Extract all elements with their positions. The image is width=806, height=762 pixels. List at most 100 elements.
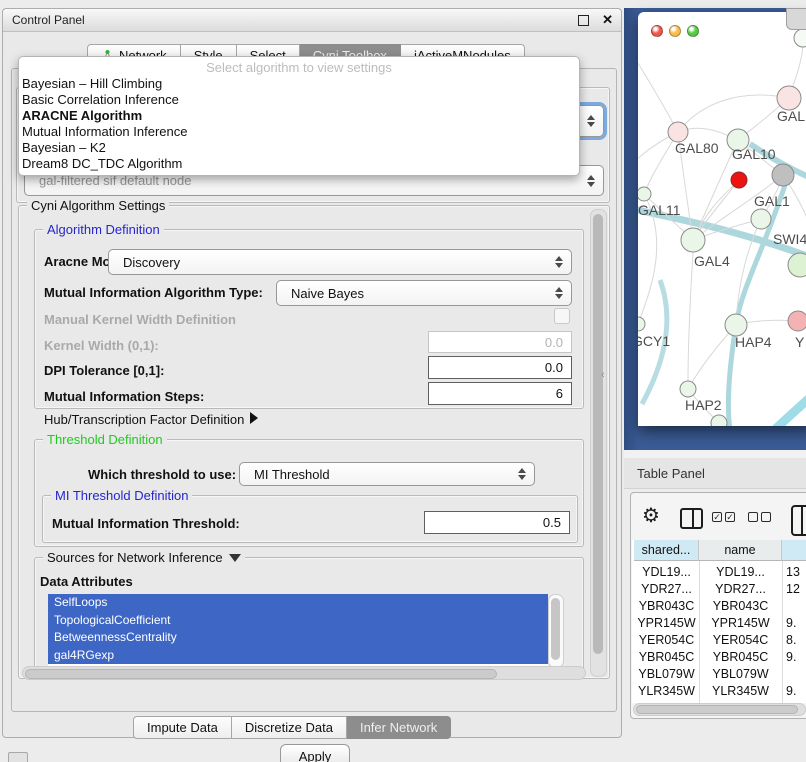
table-mode-icon[interactable] [791, 505, 806, 536]
table-cell: 9. [782, 682, 806, 699]
table-horizontal-scrollbar[interactable] [633, 703, 806, 716]
settings-vertical-scrollbar[interactable] [590, 209, 607, 677]
network-node-gcy1[interactable] [638, 317, 645, 331]
bottom-tab-bar: Impute Data Discretize Data Infer Network [133, 716, 451, 739]
network-node-y[interactable] [788, 311, 806, 331]
kernel-width-value: 0.0 [545, 335, 563, 350]
network-edge[interactable] [688, 252, 693, 382]
tab-impute-data[interactable]: Impute Data [133, 716, 232, 739]
table-header-a[interactable]: A [782, 540, 806, 561]
table-cell: YBR043C [699, 597, 782, 614]
dpi-tolerance-field[interactable]: 0.0 [428, 356, 572, 379]
manual-kernel-checkbox[interactable] [554, 308, 570, 324]
table-row[interactable]: YDR27...YDR27...12 [632, 580, 806, 597]
network-window[interactable]: GALGAL80GAL10GAL11GAL1GAL4SWI4GCY1HAP4YH… [638, 12, 806, 426]
table-row[interactable]: YDL19...YDL19...13 [632, 563, 806, 580]
network-node-gal[interactable] [777, 86, 801, 110]
attribute-item-topologicalcoefficient[interactable]: TopologicalCoefficient [48, 612, 548, 630]
network-node-gal80[interactable] [668, 122, 688, 142]
dropdown-item-bayesian-hill-climbing[interactable]: Bayesian – Hill Climbing [19, 76, 579, 92]
dpi-tolerance-value: 0.0 [545, 360, 563, 375]
mac-close-button[interactable] [651, 25, 663, 37]
tab-discretize-data[interactable]: Discretize Data [232, 716, 347, 739]
attributes-scrollbar[interactable] [548, 594, 564, 668]
aracne-mode-combo[interactable]: Discovery [108, 249, 572, 275]
network-node[interactable] [731, 172, 747, 188]
network-edge[interactable] [678, 95, 789, 132]
network-node-hap4[interactable] [725, 314, 747, 336]
dropdown-item-aracne-algorithm[interactable]: ARACNE Algorithm [19, 108, 579, 124]
mac-minimize-button[interactable] [669, 25, 681, 37]
table-row[interactable]: YER054CYER054C8. [632, 631, 806, 648]
network-edge[interactable] [638, 34, 678, 132]
network-node-label: GAL4 [694, 253, 730, 269]
table-cell: 13 [782, 563, 806, 580]
table-header-name[interactable]: name [699, 540, 782, 561]
table-cell: 9. [782, 648, 806, 665]
kernel-width-field[interactable]: 0.0 [428, 331, 572, 353]
mi-threshold-field[interactable]: 0.5 [424, 511, 570, 534]
threshold-definition-title: Threshold Definition [43, 432, 167, 447]
network-node-gal1[interactable] [751, 209, 771, 229]
tab-infer-network[interactable]: Infer Network [347, 716, 451, 739]
table-header-shared[interactable]: shared... [634, 540, 699, 561]
table-cell: 12 [782, 580, 806, 597]
tab-label: Discretize Data [245, 720, 333, 735]
panel-divider-grip[interactable]: ‹ [601, 369, 605, 381]
collapse-down-icon [229, 554, 241, 562]
network-node-swi4[interactable] [788, 253, 806, 277]
gear-icon[interactable]: ⚙ [642, 503, 660, 528]
table-cell [782, 665, 806, 682]
network-node-hap2[interactable] [680, 381, 696, 397]
attribute-item-gal4rgexp[interactable]: gal4RGexp [48, 647, 548, 665]
hub-definition-label: Hub/Transcription Factor Definition [44, 412, 244, 427]
network-node-gal11[interactable] [638, 187, 651, 201]
kernel-width-label: Kernel Width (0,1): [44, 338, 159, 353]
dropdown-item-mutual-information-inference[interactable]: Mutual Information Inference [19, 124, 579, 140]
table-row[interactable]: YLR345WYLR345W9. [632, 682, 806, 699]
table-cell: YLR345W [699, 682, 782, 699]
table-panel-title: Table Panel [624, 466, 705, 481]
algorithm-dropdown-popup: Select algorithm to view settingsBayesia… [18, 56, 580, 176]
background-window-corner [786, 8, 806, 30]
hub-definition-toggle[interactable]: Hub/Transcription Factor Definition [44, 412, 258, 427]
table-row[interactable]: YBR045CYBR045C9. [632, 648, 806, 665]
which-threshold-label: Which threshold to use: [88, 467, 236, 482]
dropdown-item-bayesian-k2[interactable]: Bayesian – K2 [19, 140, 579, 156]
dropdown-item-basic-correlation-inference[interactable]: Basic Correlation Inference [19, 92, 579, 108]
network-node-gal4[interactable] [681, 228, 705, 252]
apply-button[interactable]: Apply [280, 744, 350, 762]
table-row[interactable]: YBL079WYBL079W [632, 665, 806, 682]
table-cell: YPR145W [634, 614, 699, 631]
mi-threshold-definition-title: MI Threshold Definition [51, 488, 192, 503]
network-node[interactable] [711, 415, 727, 426]
network-canvas[interactable]: GALGAL80GAL10GAL11GAL1GAL4SWI4GCY1HAP4YH… [638, 12, 806, 426]
table-cell: YPR145W [699, 614, 782, 631]
table-row[interactable]: YBR043CYBR043C [632, 597, 806, 614]
control-panel-title: Control Panel [3, 13, 85, 27]
attribute-item-selfloops[interactable]: SelfLoops [48, 594, 548, 612]
network-node-label: GAL80 [675, 140, 719, 156]
select-all-checkboxes-icon[interactable]: ✓✓ [712, 512, 735, 522]
dropdown-item-dream8-dc-tdc-algorithm[interactable]: Dream8 DC_TDC Algorithm [19, 156, 579, 172]
dock-panel-chip[interactable] [8, 752, 28, 762]
columns-icon[interactable] [680, 508, 703, 529]
mi-threshold-value: 0.5 [543, 515, 561, 530]
network-node[interactable] [794, 29, 806, 47]
mi-steps-field[interactable]: 6 [428, 382, 572, 405]
deselect-all-checkboxes-icon[interactable] [748, 512, 771, 522]
table-row[interactable]: YPR145WYPR145W9. [632, 614, 806, 631]
mi-algorithm-type-combo[interactable]: Naive Bayes [276, 280, 572, 306]
network-edge[interactable] [762, 394, 806, 426]
attribute-item-betweennesscentrality[interactable]: BetweennessCentrality [48, 629, 548, 647]
mac-zoom-button[interactable] [687, 25, 699, 37]
close-icon[interactable]: ✕ [602, 12, 613, 28]
settings-horizontal-scrollbar[interactable] [22, 666, 586, 680]
table-cell: YBL079W [699, 665, 782, 682]
table-cell: YDR27... [699, 580, 782, 597]
which-threshold-combo[interactable]: MI Threshold [239, 462, 535, 486]
network-node[interactable] [772, 164, 794, 186]
float-window-icon[interactable] [578, 15, 589, 26]
node-table[interactable]: shared...nameA YDL19...YDL19...13YDR27...… [632, 540, 806, 703]
network-node-label: Y [795, 334, 805, 350]
